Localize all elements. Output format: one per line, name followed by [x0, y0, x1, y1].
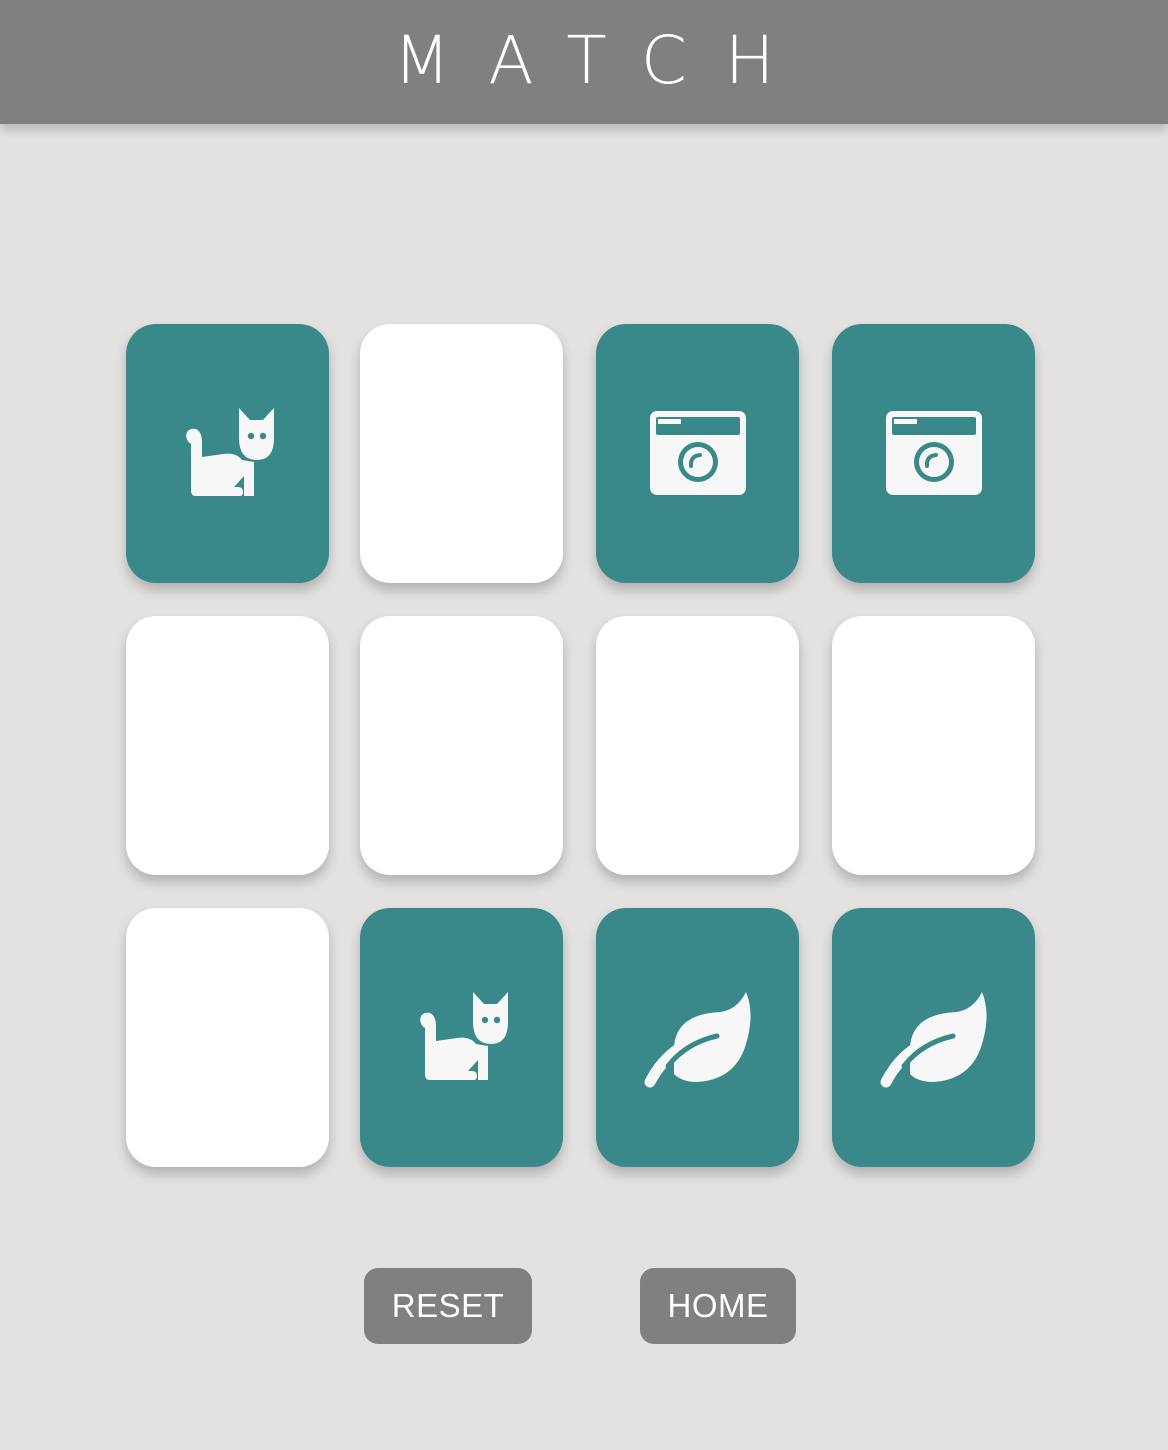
home-button[interactable]: HOME — [640, 1268, 796, 1344]
card-r2-c4[interactable] — [832, 616, 1035, 875]
reset-button[interactable]: RESET — [364, 1268, 532, 1344]
card-r2-c1[interactable] — [126, 616, 329, 875]
card-r1-c3[interactable] — [596, 324, 799, 583]
card-r1-c4[interactable] — [832, 324, 1035, 583]
card-r1-c1[interactable] — [126, 324, 329, 583]
cat-icon — [178, 404, 278, 504]
card-r3-c3[interactable] — [596, 908, 799, 1167]
camera-icon — [884, 409, 984, 499]
card-r2-c2[interactable] — [360, 616, 563, 875]
leaf-icon — [642, 988, 754, 1088]
card-r3-c2[interactable] — [360, 908, 563, 1167]
card-r3-c4[interactable] — [832, 908, 1035, 1167]
card-r3-c1[interactable] — [126, 908, 329, 1167]
card-r2-c3[interactable] — [596, 616, 799, 875]
card-r1-c2[interactable] — [360, 324, 563, 583]
cat-icon — [412, 988, 512, 1088]
leaf-icon — [878, 988, 990, 1088]
header-bar: MATCH — [0, 0, 1168, 124]
page-title: MATCH — [393, 22, 813, 99]
camera-icon — [648, 409, 748, 499]
